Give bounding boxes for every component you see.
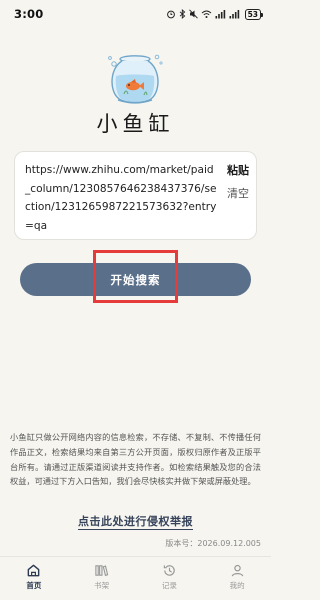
bookshelf-icon [95,565,109,577]
mute-icon [188,9,198,19]
version-label: 版本号：2026.09.12.005 [165,539,261,548]
paste-button[interactable]: 粘贴 [227,162,249,178]
start-search-button[interactable]: 开始搜索 [20,263,251,296]
signal-icon [215,10,225,19]
tab-bookshelf-label: 书架 [94,581,110,590]
tab-bookshelf[interactable]: 书架 [72,563,132,591]
tab-home-label: 首页 [26,581,42,590]
tab-profile-label: 我的 [229,581,245,590]
wifi-icon [201,10,211,18]
tab-home[interactable]: 首页 [4,563,64,591]
fishbowl-logo [108,54,163,104]
bottom-tab-bar: 首页 书架 记录 我的 [0,556,271,600]
infringement-report-link[interactable]: 点击此处进行侵权举报 [78,515,193,530]
status-bar: 3:00 53 [0,0,271,28]
status-icons: 53 [166,8,264,20]
history-icon [163,565,175,576]
disclaimer-text: 小鱼缸只做公开网络内容的信息检索，不存储、不复制、不传播任何作品正文，检索结果均… [10,432,261,487]
app-title: 小鱼缸 [96,112,175,136]
tab-history[interactable]: 记录 [139,563,199,591]
battery-indicator: 53 [244,8,264,20]
bluetooth-icon [179,9,185,19]
status-time: 3:00 [14,7,44,21]
home-icon [28,564,40,577]
tab-history-label: 记录 [161,581,177,590]
signal-icon-2 [229,10,239,19]
profile-icon [231,564,243,577]
infringement-report-link-wrap: 点击此处进行侵权举报 [0,513,271,530]
alarm-icon [166,10,175,19]
tab-profile[interactable]: 我的 [207,563,267,591]
url-input-field[interactable]: https://www.zhihu.com/market/paid_column… [25,161,218,235]
clear-button[interactable]: 清空 [227,185,249,201]
url-input-card[interactable]: https://www.zhihu.com/market/paid_column… [14,151,257,240]
